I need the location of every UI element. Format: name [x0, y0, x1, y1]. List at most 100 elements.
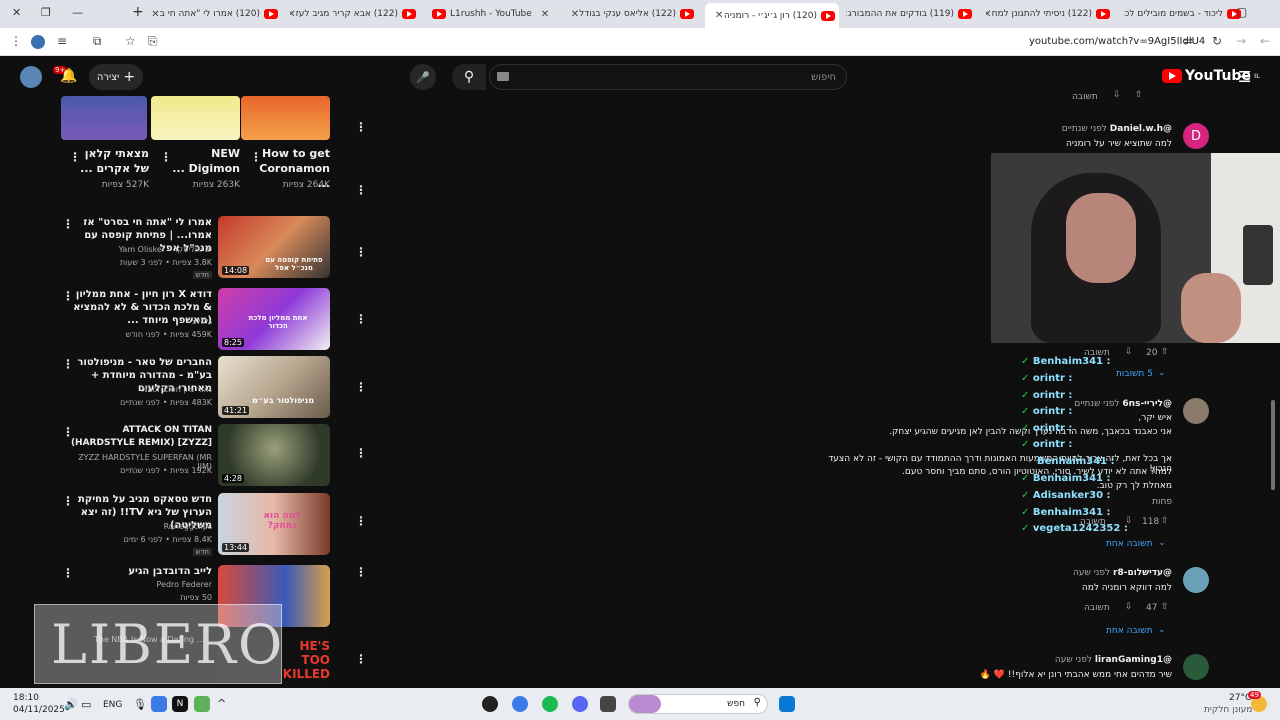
close-window-icon[interactable]: ✕ [12, 6, 21, 19]
more-options-icon[interactable]: ⋮ [355, 120, 367, 134]
minimize-window-icon[interactable]: — [72, 6, 83, 19]
close-tab-icon[interactable]: ✕ [846, 9, 848, 20]
video-channel[interactable]: גלגלצ [64, 317, 212, 326]
comment-author[interactable]: @עדישלום-r8 [1113, 568, 1172, 578]
tab[interactable]: (122) אבא קריר מגיב לעז ✕ [290, 3, 420, 25]
close-tab-icon[interactable]: ✕ [1123, 9, 1125, 20]
video-row[interactable]: מניפולטור בע״מ 41:21 החברים של טאר - מניפ… [60, 356, 330, 420]
replies-toggle[interactable]: 5 תשובות [1116, 369, 1153, 379]
replies-toggle[interactable]: תשובה אחת [1106, 626, 1153, 636]
more-options-icon[interactable]: ⋮ [62, 566, 74, 580]
comment-author[interactable]: @ליריי-6ns [1122, 399, 1172, 409]
close-tab-icon[interactable]: ✕ [290, 9, 296, 20]
avatar[interactable] [1183, 567, 1209, 593]
chrome-icon[interactable] [512, 696, 528, 712]
menu-dots-icon[interactable]: ⋮ [10, 34, 22, 48]
microphone-tray-icon[interactable]: 🎙 [133, 698, 147, 711]
more-options-icon[interactable]: ⋮ [62, 289, 74, 303]
url-field[interactable]: youtube.com/watch?v=9AgI5IIdlU4 [1029, 36, 1205, 47]
start-icon[interactable] [779, 696, 795, 712]
more-options-icon[interactable]: ⋮ [355, 245, 367, 259]
tab[interactable]: (122) אליאס ענקי בגודל ✕ [570, 3, 698, 25]
scrollbar[interactable] [1271, 400, 1275, 490]
video-title[interactable]: לייב הדובדבן הגיע [64, 565, 212, 578]
like-icon[interactable]: ⇧ [1161, 347, 1169, 357]
like-icon[interactable]: ⇧ [1135, 90, 1143, 100]
video-row[interactable]: 4:28 ATTACK ON TITAN (HARDSTYLE REMIX) [… [60, 424, 330, 488]
tab[interactable]: (122) ניסיתי להתגונן למח ✕ [986, 3, 1114, 25]
close-tab-icon[interactable]: ✕ [541, 9, 549, 20]
more-options-icon[interactable]: ⋮ [250, 150, 262, 164]
back-icon[interactable]: ← [1260, 34, 1270, 48]
video-row[interactable]: פתיחת קופסה עם מנכ״ל אפל 14:08 אמרו לי "א… [60, 216, 330, 280]
replies-toggle[interactable]: תשובה אחת [1106, 539, 1153, 549]
taskview-icon[interactable]: ▭ [81, 698, 91, 711]
like-icon[interactable]: ⇧ [1161, 516, 1169, 526]
tab-search-icon[interactable]: ▢ [1236, 5, 1247, 19]
clock-date[interactable]: 04/11/2025 [13, 705, 65, 715]
short-title[interactable]: מצאתי קלאן של אקרים ... [79, 146, 149, 176]
app-icon[interactable] [482, 696, 498, 712]
more-options-icon[interactable]: ⋮ [69, 150, 81, 164]
video-thumbnail[interactable]: למה הוא נמחק? 13:44 [218, 493, 330, 555]
weather-desc[interactable]: מעונן חלקית [1204, 705, 1252, 715]
tab[interactable]: (120) אמרו לי "אתה חי ב ✕ [152, 3, 282, 25]
reply-button[interactable]: תשובה [1084, 603, 1110, 613]
bell-icon[interactable]: 🔔 [60, 68, 77, 84]
close-tab-icon[interactable]: ✕ [715, 10, 723, 21]
chevron-down-icon[interactable]: ⌄ [1158, 538, 1166, 548]
new-tab-icon[interactable]: + [132, 4, 144, 20]
video-row[interactable]: אחת ממליון מלכת הכדור 8:25 דודא X רון חיו… [60, 288, 330, 352]
video-channel[interactable]: ים אוליסקר - Yam Olisker [64, 245, 212, 254]
more-options-icon[interactable]: ⋮ [355, 514, 367, 528]
network-icon[interactable] [151, 696, 167, 712]
more-options-icon[interactable]: ⋮ [355, 183, 367, 197]
search-button[interactable]: ⚲ [452, 64, 486, 90]
more-options-icon[interactable]: ⋮ [355, 380, 367, 394]
video-thumbnail[interactable]: 4:28 [218, 424, 330, 486]
speaker-icon[interactable]: 🔊 [64, 698, 78, 711]
tab[interactable]: L1rushh - YouTube ✕ [428, 3, 562, 25]
video-thumbnail[interactable]: פתיחת קופסה עם מנכ״ל אפל 14:08 [218, 216, 330, 278]
profile-icon[interactable] [31, 35, 45, 49]
file-explorer-icon[interactable] [600, 696, 616, 712]
avatar[interactable] [1183, 398, 1209, 424]
onenote-icon[interactable]: N [172, 696, 188, 712]
install-icon[interactable]: ⎘ [148, 34, 158, 49]
spotify-icon[interactable] [542, 696, 558, 712]
restore-window-icon[interactable]: ❐ [41, 6, 51, 19]
dislike-icon[interactable]: ⇩ [1125, 602, 1133, 612]
tab-active[interactable]: (120) רון ג׳יג׳י - רומניה ✕ [705, 3, 839, 28]
microphone-icon[interactable]: 🎤 [410, 64, 436, 90]
search-input[interactable]: חיפוש [489, 64, 847, 90]
more-options-icon[interactable]: ⋮ [355, 565, 367, 579]
short-title[interactable]: NEW Digimon ... [170, 146, 240, 176]
reply-button[interactable]: תשובה [1072, 92, 1098, 102]
site-settings-icon[interactable]: ⇌ [1183, 34, 1193, 48]
more-options-icon[interactable]: ⋮ [62, 425, 74, 439]
bookmark-star-icon[interactable]: ☆ [125, 34, 136, 48]
more-options-icon[interactable]: ⋮ [355, 312, 367, 326]
comment-author[interactable]: @liranGaming1 [1095, 655, 1172, 665]
chevron-down-icon[interactable]: ⌄ [1158, 625, 1166, 635]
taskbar-search[interactable]: חפש ⚲ [628, 694, 768, 714]
chevron-down-icon[interactable]: ⌄ [1158, 368, 1166, 378]
video-channel[interactable]: Pedro Federer [64, 580, 213, 589]
hamburger-menu-icon[interactable]: ☰ [1238, 68, 1251, 86]
close-tab-icon[interactable]: ✕ [571, 9, 579, 20]
close-tab-icon[interactable]: ✕ [152, 9, 160, 20]
tab[interactable]: (119) בודקים את ההמבורג✕ [846, 3, 976, 25]
app-tray-icon[interactable] [194, 696, 210, 712]
close-tab-icon[interactable]: ✕ [986, 9, 992, 20]
video-thumbnail[interactable]: אחת ממליון מלכת הכדור 8:25 [218, 288, 330, 350]
short-thumbnail[interactable] [61, 96, 147, 140]
discord-icon[interactable] [572, 696, 588, 712]
more-options-icon[interactable]: ⋮ [62, 217, 74, 231]
language-indicator[interactable]: ENG [103, 700, 122, 710]
more-options-icon[interactable]: ⋮ [62, 494, 74, 508]
video-channel[interactable]: Roneggclips [64, 522, 212, 531]
avatar[interactable] [20, 66, 42, 88]
short-thumbnail[interactable] [241, 96, 330, 140]
create-button[interactable]: יצירה + [89, 64, 143, 90]
more-options-icon[interactable]: ⋮ [160, 150, 172, 164]
